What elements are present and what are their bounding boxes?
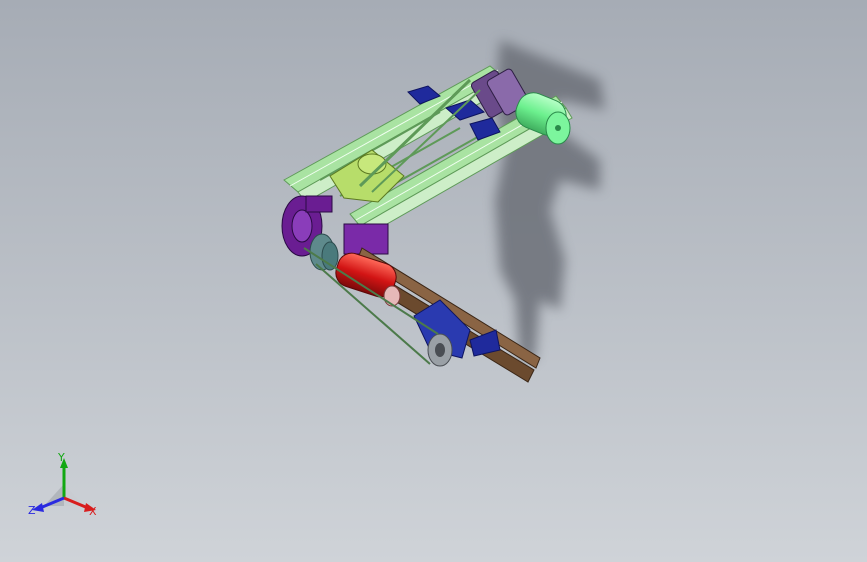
robot-arm-model[interactable] <box>0 0 867 562</box>
triad-z-label: Z <box>28 504 36 517</box>
graphics-viewport[interactable]: Y Z X <box>0 0 867 562</box>
triad-x-label: X <box>89 505 97 518</box>
triad-y-label: Y <box>58 451 65 464</box>
